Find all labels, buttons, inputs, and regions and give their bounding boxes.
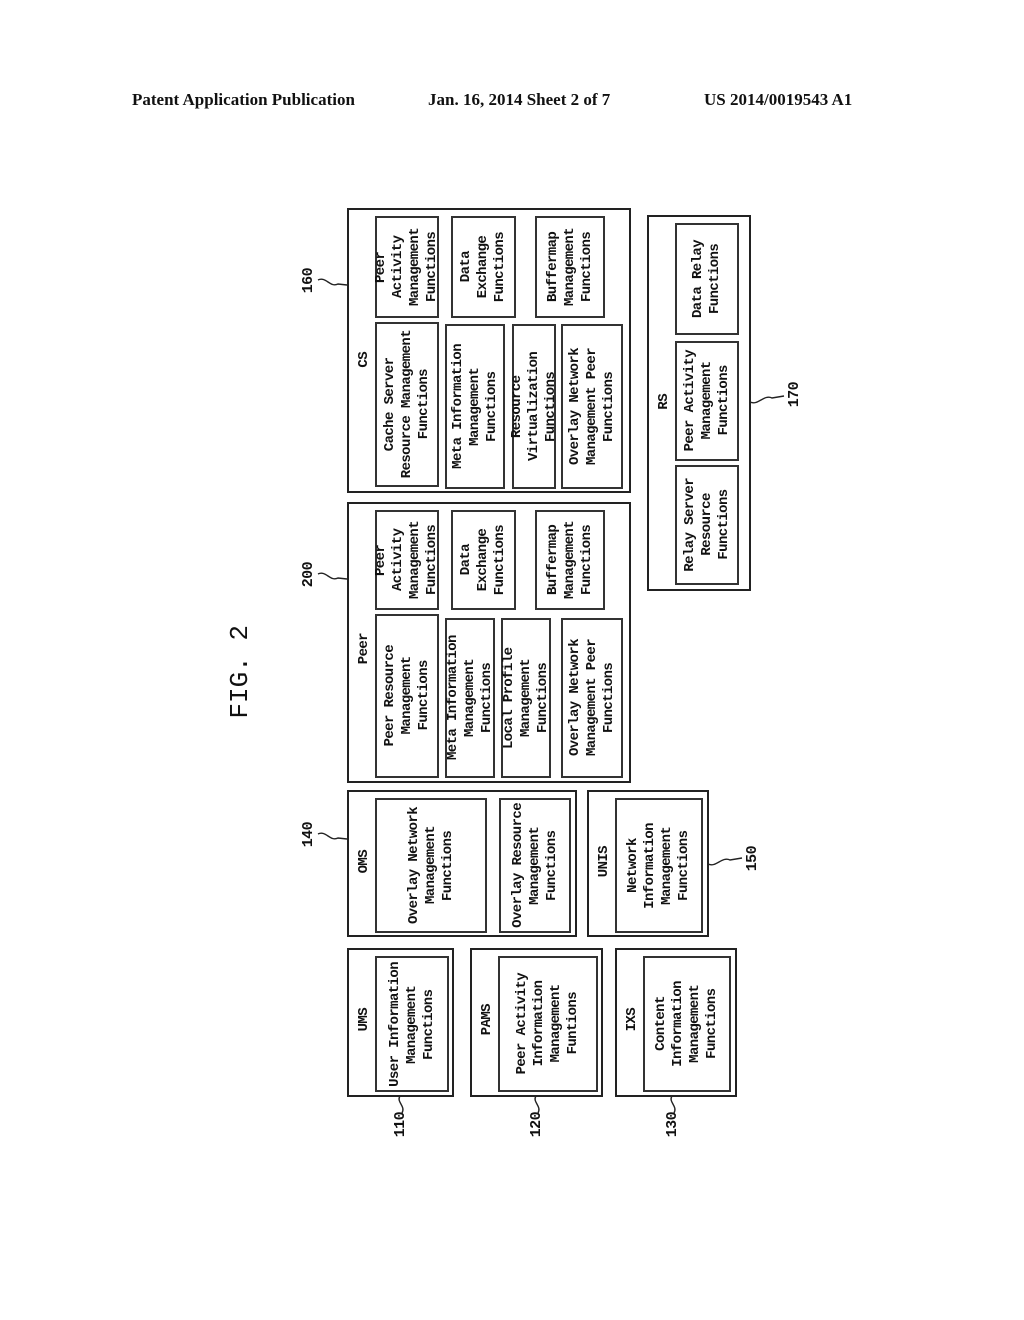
function-label: Meta Information Management Functions [444,635,495,761]
peer-function-box: Data Exchange Functions [451,510,516,610]
cs-leader-line [317,278,348,286]
ums-leader-line [398,1095,404,1114]
cs-ref-number: 160 [300,268,317,293]
ixs-ref-number: 130 [664,1112,681,1137]
cs-function-box: Overlay Network Management Peer Function… [561,324,623,489]
oms-title-text: OMS [355,850,372,874]
oms-ref-number: 140 [300,822,317,847]
peer-function-box: Peer Activity Management Functions [373,510,440,610]
rs-title: RS [651,387,677,417]
function-label: Overlay Network Management Peer Function… [566,639,617,757]
ums-ref-number: 110 [392,1112,409,1137]
cs-title: CS [351,340,377,380]
pams-function-box: Peer Activity Information Management Fun… [498,956,598,1092]
unis-ref-number: 150 [744,846,761,871]
peer-title: Peer [351,624,377,674]
peer-ref-text: 200 [300,562,317,588]
ixs-function-box: Content Information Management Functions [643,956,731,1092]
oms-title: OMS [351,842,377,882]
function-label: Relay Server Resource Functions [681,478,732,572]
ixs-title-text: IXS [623,1008,640,1032]
function-label: Buffermap Management Functions [544,520,595,599]
peer-function-box: Meta Information Management Functions [445,618,495,778]
peer-title-text: Peer [355,633,372,665]
ums-title: UMS [351,1000,377,1040]
function-label: Data Relay Functions [690,239,723,318]
function-label: Overlay Network Management Peer Function… [566,347,617,466]
cs-function-box: Resource Virtualization Functions [509,324,559,489]
function-label: Data Exchange Functions [458,231,508,303]
peer-function-box: Buffermap Management Functions [535,510,605,610]
cs-function-box: Data Exchange Functions [451,216,516,318]
pams-ref-number: 120 [528,1112,545,1137]
peer-leader-line [317,572,348,580]
cs-block: CS Cache Server Resource Management Func… [347,208,631,493]
function-label: Buffermap Management Functions [544,227,595,306]
rs-function-box: Peer Activity Management Functions [675,341,739,461]
ums-title-text: UMS [355,1008,372,1032]
function-label: Peer Resource Management Functions [381,645,432,747]
function-label: Network Information Management Functions [625,822,692,909]
cs-function-box: Meta Information Management Functions [445,324,505,489]
function-label: Resource Virtualization Functions [508,351,559,462]
peer-function-box: Peer Resource Management Functions [375,614,439,778]
rs-function-box: Data Relay Functions [675,223,739,335]
cs-ref-text: 160 [300,268,317,294]
pams-ref-text: 120 [528,1112,545,1138]
peer-ref-number: 200 [300,562,317,587]
function-label: Overlay Network Management Functions [405,806,456,925]
function-label: Peer Activity Information Management Fun… [514,973,581,1075]
ixs-ref-text: 130 [664,1112,681,1138]
oms-function-box: Overlay Network Management Functions [375,798,487,933]
rs-function-box: Relay Server Resource Functions [675,465,739,585]
unis-ref-text: 150 [744,846,761,872]
function-label: Cache Server Resource Management Functio… [381,330,432,479]
function-label: Peer Activity Management Functions [373,521,440,600]
peer-function-box: Overlay Network Management Peer Function… [561,618,623,778]
function-label: Local Profile Management Functions [500,647,551,749]
rs-block: RS Relay Server Resource Functions Peer … [647,215,751,591]
cs-title-text: CS [355,352,372,368]
rs-ref-number: 170 [786,382,803,407]
unis-block: UNIS Network Information Management Func… [587,790,709,937]
oms-block: OMS Overlay Network Management Functions… [347,790,577,937]
function-label: Peer Activity Management Functions [681,350,732,452]
oms-leader-line [317,832,348,840]
function-label: Overlay Resource Management Functions [509,803,560,928]
function-label: Meta Information Management Functions [449,344,500,469]
pams-title: PAMS [474,995,500,1045]
rs-ref-text: 170 [786,382,803,408]
unis-function-box: Network Information Management Functions [615,798,703,933]
figure-label-text: FIG. 2 [225,625,255,719]
unis-title: UNIS [591,842,617,882]
ums-ref-text: 110 [392,1112,409,1138]
rs-leader-line [749,395,785,404]
pams-block: PAMS Peer Activity Information Managemen… [470,948,603,1097]
cs-function-box: Cache Server Resource Management Functio… [375,322,439,487]
oms-ref-text: 140 [300,822,317,848]
function-label: Content Information Management Functions [653,981,720,1067]
header-date-sheet: Jan. 16, 2014 Sheet 2 of 7 [428,90,611,109]
rs-title-text: RS [655,394,672,410]
peer-function-box: Local Profile Management Functions [501,618,551,778]
ixs-title: IXS [619,1000,645,1040]
header-patent-number: US 2014/0019543 A1 [704,90,853,109]
peer-block: Peer Peer Resource Management Functions … [347,502,631,783]
cs-function-box: Peer Activity Management Functions [373,216,440,318]
ums-block: UMS User Information Management Function… [347,948,454,1097]
pams-title-text: PAMS [478,1004,495,1036]
header-publication-type: Patent Application Publication [132,90,355,109]
function-label: Data Exchange Functions [458,524,508,596]
oms-function-box: Overlay Resource Management Functions [499,798,571,933]
function-label: Peer Activity Management Functions [373,228,440,307]
figure-label: FIG. 2 [225,625,255,719]
function-label: User Information Management Functions [386,961,437,1087]
ixs-leader-line [670,1095,676,1114]
ums-function-box: User Information Management Functions [375,956,449,1092]
unis-title-text: UNIS [595,846,612,878]
pams-leader-line [534,1095,540,1114]
cs-function-box: Buffermap Management Functions [535,216,605,318]
unis-leader-line [707,857,743,866]
ixs-block: IXS Content Information Management Funct… [615,948,737,1097]
